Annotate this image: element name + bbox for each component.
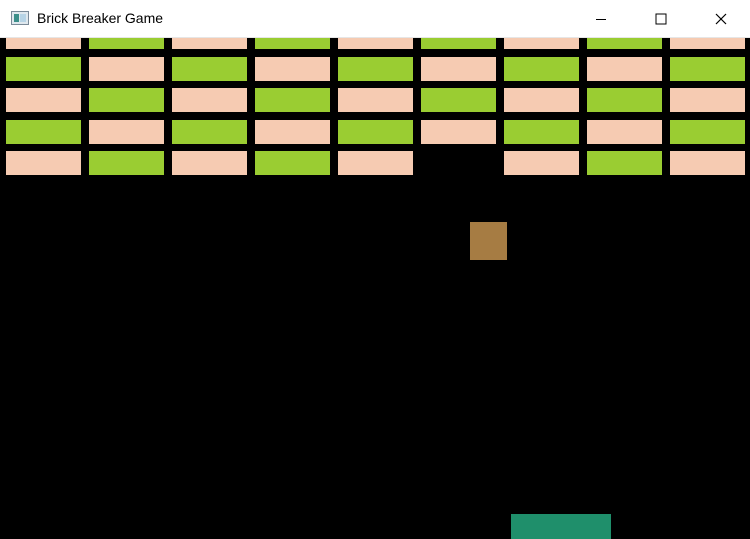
brick	[504, 56, 579, 81]
brick	[504, 119, 579, 144]
game-canvas[interactable]	[0, 38, 750, 539]
brick	[172, 151, 247, 175]
maximize-button[interactable]	[638, 0, 684, 38]
brick	[172, 119, 247, 144]
brick	[670, 119, 745, 144]
brick	[255, 88, 330, 112]
brick	[421, 88, 496, 112]
maximize-icon	[655, 13, 667, 25]
brick	[255, 38, 330, 49]
brick	[421, 38, 496, 49]
close-button[interactable]	[698, 0, 744, 38]
brick	[172, 88, 247, 112]
brick	[89, 88, 164, 112]
brick	[6, 119, 81, 144]
brick	[172, 56, 247, 81]
brick	[89, 38, 164, 49]
brick	[6, 38, 81, 49]
paddle[interactable]	[511, 514, 611, 539]
brick	[670, 56, 745, 81]
title-bar: Brick Breaker Game	[0, 0, 750, 38]
brick	[338, 38, 413, 49]
brick	[338, 119, 413, 144]
brick	[587, 88, 662, 112]
brick	[670, 88, 745, 112]
brick	[89, 119, 164, 144]
brick	[89, 56, 164, 81]
brick	[504, 88, 579, 112]
brick	[255, 119, 330, 144]
brick	[587, 119, 662, 144]
app-window-icon	[11, 11, 29, 25]
minimize-icon	[596, 19, 606, 20]
brick	[89, 151, 164, 175]
brick	[504, 151, 579, 175]
brick	[172, 38, 247, 49]
brick	[421, 119, 496, 144]
brick	[504, 38, 579, 49]
brick	[255, 151, 330, 175]
minimize-button[interactable]	[578, 0, 624, 38]
brick	[670, 38, 745, 49]
brick	[6, 88, 81, 112]
brick	[587, 151, 662, 175]
brick	[587, 56, 662, 81]
brick	[6, 56, 81, 81]
ball	[470, 222, 507, 260]
brick	[338, 88, 413, 112]
brick	[6, 151, 81, 175]
brick	[338, 56, 413, 81]
brick	[255, 56, 330, 81]
brick	[421, 56, 496, 81]
brick	[587, 38, 662, 49]
window-title: Brick Breaker Game	[37, 10, 164, 26]
brick	[338, 151, 413, 175]
brick	[670, 151, 745, 175]
close-icon	[715, 13, 727, 25]
